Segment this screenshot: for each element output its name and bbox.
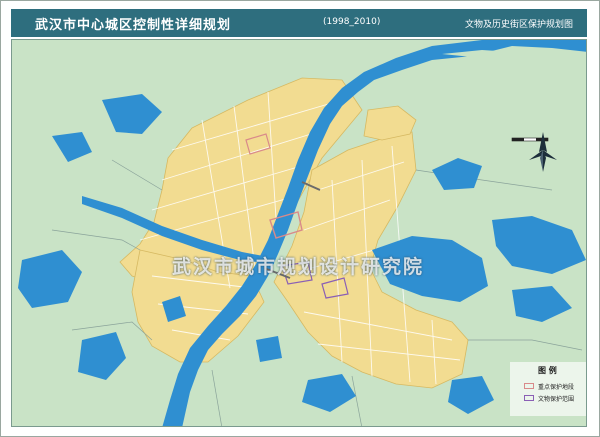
legend-label-key-zone: 重点保护地段 (538, 384, 575, 391)
legend-label-heritage-zone: 文物保护范围 (538, 396, 575, 403)
compass-rose-icon (529, 132, 557, 172)
legend-item-key-zone: 重点保护地段 (524, 382, 586, 392)
map-title: 武汉市中心城区控制性详细规划 (35, 18, 232, 33)
legend-title: 图 例 (538, 366, 557, 375)
legend-box: 图 例 重点保护地段 文物保护范围 (510, 362, 586, 416)
map-frame: 武汉市中心城区控制性详细规划 (1998_2010) 文物及历史街区保护规划图 (0, 0, 600, 437)
lake-south-central (256, 336, 282, 362)
map-subtitle: 文物及历史街区保护规划图 (464, 20, 573, 30)
plan-years: (1998_2010) (323, 17, 381, 27)
legend-swatch-heritage-zone (524, 395, 534, 401)
title-bar: 武汉市中心城区控制性详细规划 (1998_2010) 文物及历史街区保护规划图 (11, 9, 587, 37)
legend-item-heritage-zone: 文物保护范围 (524, 394, 586, 404)
map-svg (12, 40, 586, 426)
legend-swatch-key-zone (524, 383, 534, 389)
watermark-text: 武汉市城市规划设计研究院 (172, 256, 425, 278)
map-canvas: 武汉市城市规划设计研究院 图 例 重点保护地段 文物保护范围 (11, 39, 587, 427)
